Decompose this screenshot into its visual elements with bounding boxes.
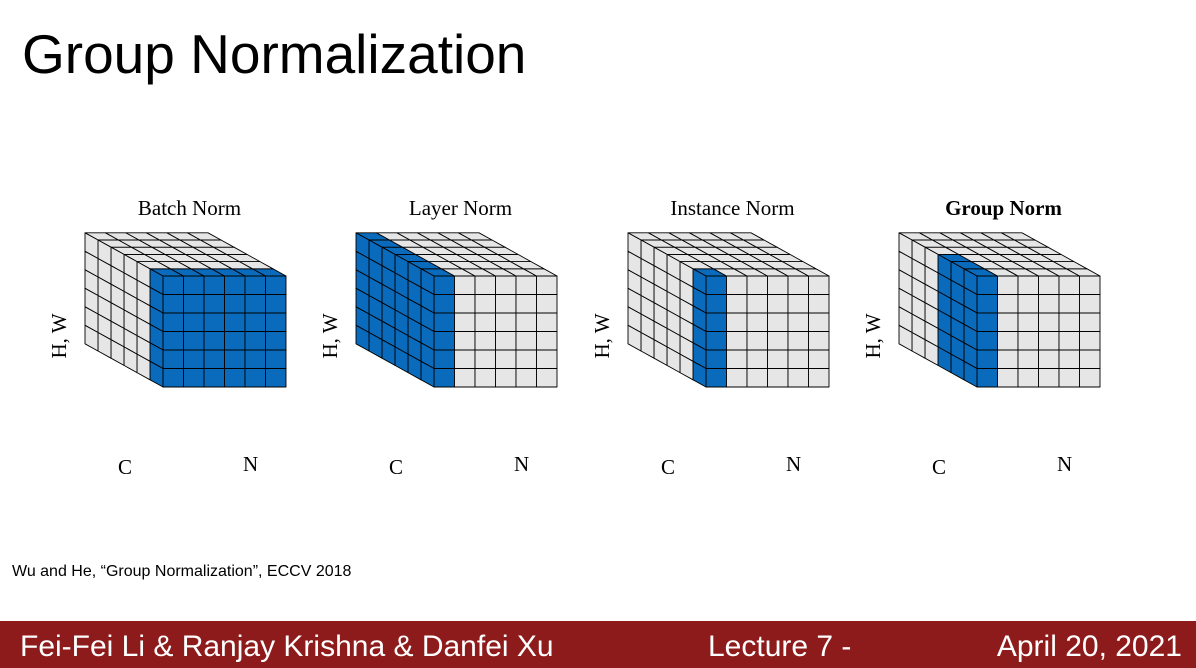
hw-axis-label: H, W <box>47 313 71 358</box>
n-axis-label: N <box>243 452 258 476</box>
c-axis-label: C <box>118 455 132 479</box>
panel-title: Group Norm <box>945 196 1062 220</box>
panel-title: Batch Norm <box>138 196 241 220</box>
footer-bar: Fei-Fei Li & Ranjay Krishna & Danfei Xu … <box>0 621 1196 668</box>
n-axis-label: N <box>786 452 801 476</box>
cube-panel-instance: Instance Norm H, W C N <box>590 196 830 479</box>
hw-axis-label: H, W <box>590 313 614 358</box>
hw-axis-label: H, W <box>861 313 885 358</box>
c-axis-label: C <box>932 455 946 479</box>
normalization-figure: Batch NormH, WC NLayer NormH, WC NInstance… <box>47 196 1101 479</box>
n-axis-label: N <box>514 452 529 476</box>
footer-date: April 20, 2021 <box>996 630 1182 663</box>
c-axis-label: C <box>661 455 675 479</box>
cube-panel-group: Group Norm H, W C N <box>861 196 1101 479</box>
cube-panel-batch: Batch Norm H, W C N <box>47 196 287 479</box>
panel-title: Instance Norm <box>670 196 794 220</box>
hw-axis-label: H, W <box>318 313 342 358</box>
slide-title: Group Normalization <box>22 23 527 85</box>
n-axis-label: N <box>1057 452 1072 476</box>
footer-authors: Fei-Fei Li & Ranjay Krishna & Danfei Xu <box>20 630 554 663</box>
c-axis-label: C <box>389 455 403 479</box>
cube-panel-layer: Layer Norm H, W C N <box>318 196 558 479</box>
panel-title: Layer Norm <box>409 196 512 220</box>
citation: Wu and He, “Group Normalization”, ECCV 2… <box>12 563 352 580</box>
footer-lecture: Lecture 7 - <box>708 630 852 663</box>
